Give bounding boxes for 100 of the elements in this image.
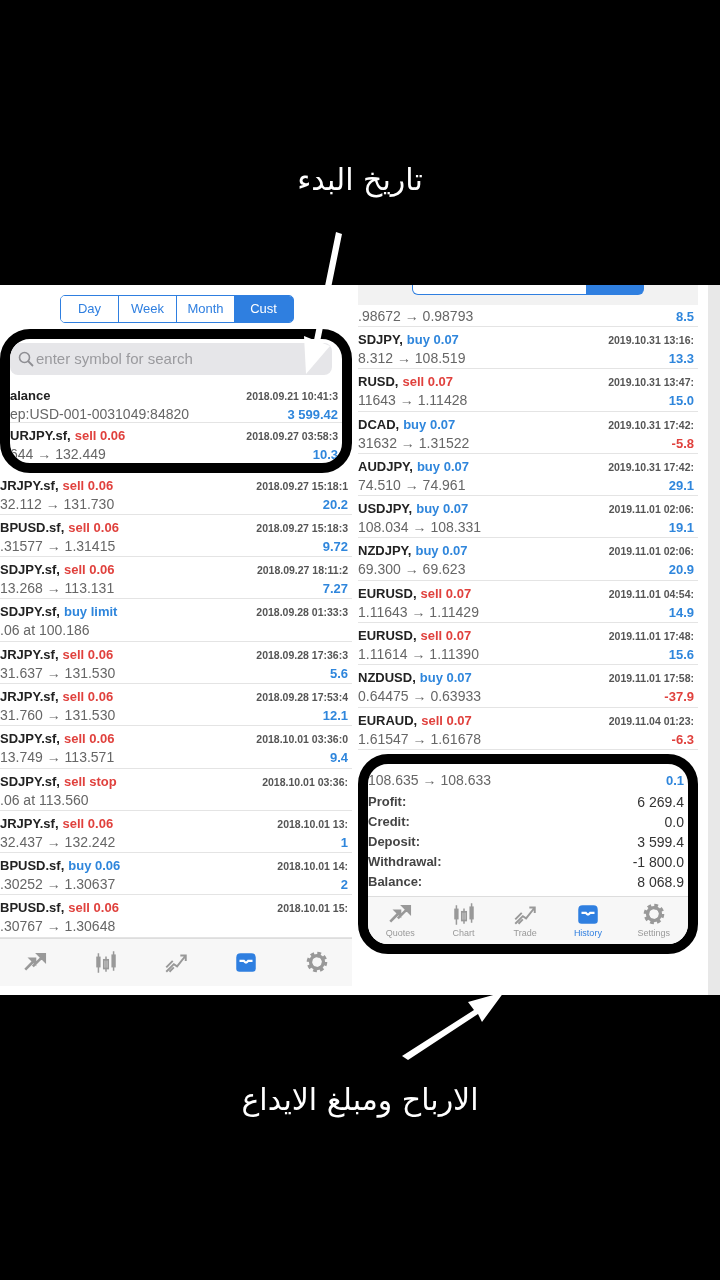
- timestamp: 2018.09.28 01:33:3: [256, 605, 348, 621]
- price-text: 32.437 → 132.242: [0, 832, 116, 851]
- price-text: 31.760 → 131.530: [0, 706, 116, 724]
- price-text: .06 at 113.560: [0, 790, 89, 809]
- price-text: .06 at 100.186: [0, 621, 90, 640]
- profit-value: 29.1: [668, 476, 694, 495]
- price-text: ep:USD-001-0031049:84820: [10, 404, 190, 423]
- summary-value: 8 068.9: [637, 872, 684, 892]
- profit-value: 10.3: [312, 445, 338, 463]
- symbol-text: JRJPY.sf,: [0, 477, 59, 493]
- timestamp: 2018.09.27 15:18:3: [256, 520, 348, 536]
- tab-bar-item[interactable]: Quotes: [385, 900, 415, 941]
- profit-value: 15.0: [668, 392, 694, 411]
- summary-value: 0.0: [664, 812, 684, 832]
- symbol-text: SDJPY,: [358, 332, 403, 347]
- profit-value: 7.27: [322, 580, 348, 599]
- tab-bar-item[interactable]: Settings: [637, 900, 671, 941]
- symbol-text: NZDUSD,: [358, 670, 416, 686]
- trade-action: sell 0.06: [74, 427, 126, 443]
- trade-action: sell 0.07: [402, 374, 454, 390]
- price-text: 11643 → 1.11428: [358, 391, 468, 410]
- price-text: 1.11643 → 1.11429: [358, 602, 479, 621]
- trade-action: sell 0.07: [420, 628, 472, 644]
- timestamp: 2019.10.31 13:47:: [608, 375, 694, 391]
- tab-bar-item[interactable]: History: [573, 900, 602, 941]
- symbol-text: SDJPY.sf,: [0, 604, 60, 620]
- profit-value: 14.9: [668, 603, 694, 622]
- trade-action: sell 0.06: [62, 689, 114, 704]
- symbol-text: JRJPY.sf,: [0, 689, 59, 704]
- trade-action: buy 0.07: [416, 458, 469, 474]
- symbol-text: SDJPY.sf,: [0, 562, 60, 578]
- trade-action: buy 0.07: [416, 501, 469, 517]
- trade-action: buy limit: [64, 604, 118, 620]
- profit-value: 12.1: [322, 707, 348, 725]
- price-text: .30767 → 1.30648: [0, 917, 116, 936]
- trade-action: sell 0.06: [64, 731, 115, 747]
- timestamp: 2018.10.01 13:: [277, 816, 348, 832]
- price-text: 13.268 → 113.131: [0, 579, 115, 598]
- trade-action: buy 0.06: [68, 858, 121, 874]
- profit-value: 8.5: [675, 308, 694, 326]
- symbol-text: USDJPY,: [358, 501, 413, 517]
- trade-action: buy 0.07: [419, 670, 472, 686]
- timestamp: 2018.09.28 17:53:4: [256, 690, 348, 705]
- timestamp: 2018.09.21 10:41:3: [246, 388, 338, 404]
- price-text: .98672 → 0.98793: [358, 307, 474, 325]
- trade-action: sell 0.06: [62, 815, 114, 831]
- trade-action: sell 0.06: [64, 562, 115, 578]
- trade-action: sell 0.06: [62, 646, 114, 662]
- summary-label: Credit:: [368, 812, 410, 831]
- summary-label: Profit:: [368, 792, 407, 811]
- timestamp: 2019.10.31 13:16:: [608, 333, 694, 348]
- symbol-text: NZDJPY,: [358, 543, 412, 559]
- search-icon: [18, 350, 34, 367]
- timestamp: 2018.10.01 14:: [277, 859, 348, 875]
- timestamp: 2018.10.01 03:36:0: [256, 732, 348, 748]
- summary-value: 6 269.4: [637, 792, 684, 812]
- profit-value: 13.3: [668, 350, 694, 368]
- trade-action: sell 0.06: [68, 900, 119, 916]
- trade-action: sell 0.06: [68, 519, 119, 535]
- price-text: 108.635 → 108.633: [368, 770, 491, 789]
- price-text: 1.11614 → 1.11390: [358, 645, 479, 664]
- symbol-text: EURUSD,: [358, 585, 417, 601]
- symbol-text: alance: [10, 387, 51, 403]
- profit-value: -6.3: [671, 730, 694, 749]
- trade-action: buy 0.07: [403, 416, 456, 432]
- symbol-text: URJPY.sf,: [10, 427, 71, 443]
- profit-value: 1: [340, 833, 348, 852]
- symbol-text: BPUSD.sf,: [0, 900, 65, 916]
- tab-bar-item[interactable]: Trade: [512, 900, 539, 941]
- timestamp: 2019.11.01 02:06:: [608, 544, 694, 560]
- price-text: 31.637 → 131.530: [0, 663, 116, 682]
- annotation-caption: الارباح ومبلغ الايداع: [241, 1081, 479, 1120]
- summary-label: Withdrawal:: [368, 852, 442, 871]
- segment-tab[interactable]: Cust: [235, 296, 293, 322]
- symbol-text: AUDJPY,: [358, 458, 413, 474]
- price-text: 31632 → 1.31522: [358, 433, 470, 452]
- summary-value: 3 599.4: [637, 832, 684, 852]
- price-text: .31577 → 1.31415: [0, 536, 116, 555]
- profit-value: 3 599.42: [287, 405, 338, 424]
- timestamp: 2019.11.01 04:54:: [608, 586, 694, 602]
- trade-action: buy 0.07: [415, 543, 468, 559]
- search-field[interactable]: enter symbol for search: [10, 342, 332, 375]
- price-text: 32.112 → 131.730: [0, 494, 115, 513]
- price-text: 108.034 → 108.331: [358, 518, 481, 537]
- price-text: 13.749 → 113.571: [0, 748, 115, 767]
- symbol-text: JRJPY.sf,: [0, 815, 59, 831]
- trade-action: sell 0.07: [420, 585, 472, 601]
- timestamp: 2018.09.27 15:18:1: [256, 478, 348, 494]
- timestamp: 2018.09.27 03:58:3: [246, 428, 338, 444]
- timestamp: 2019.10.31 17:42:: [608, 417, 694, 433]
- profit-value: 20.9: [668, 561, 694, 580]
- profit-value: 9.4: [329, 749, 348, 768]
- price-text: .30252 → 1.30637: [0, 875, 116, 894]
- tab-bar-item[interactable]: Chart: [450, 900, 477, 941]
- price-text: 1.61547 → 1.61678: [358, 729, 481, 748]
- symbol-text: EURAUD,: [358, 712, 418, 728]
- timestamp: 2018.10.01 03:36:: [262, 774, 348, 790]
- segment-tab[interactable]: Day: [61, 296, 119, 322]
- profit-value: -37.9: [664, 688, 694, 707]
- profit-value: 0.1: [665, 771, 684, 790]
